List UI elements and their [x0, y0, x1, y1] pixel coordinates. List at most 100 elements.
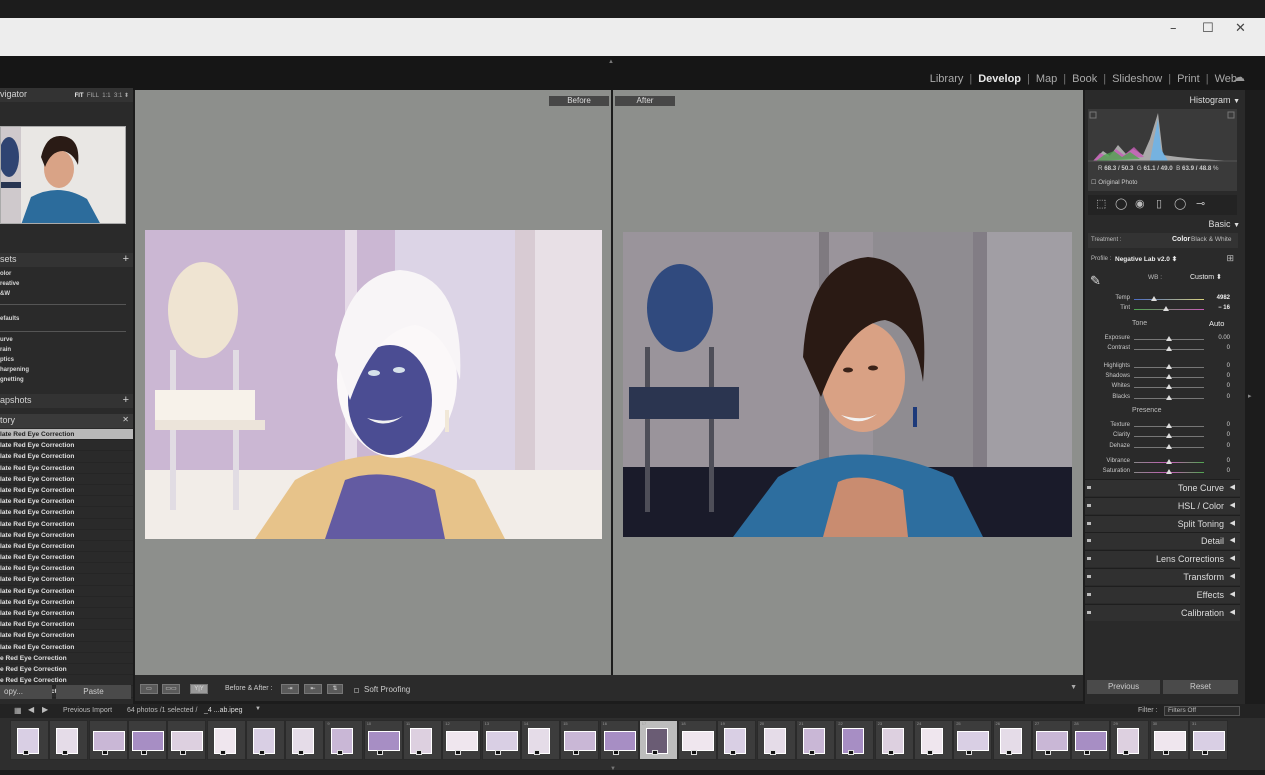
wb-eyedropper-icon[interactable]: ✎ — [1090, 273, 1101, 289]
treatment-bw[interactable]: Black & White — [1191, 236, 1231, 243]
filmstrip-source[interactable]: Previous Import — [63, 707, 112, 714]
module-slideshow[interactable]: Slideshow — [1112, 73, 1162, 85]
section-hsl-color[interactable]: HSL / Color ◀ — [1085, 496, 1240, 514]
maximize-icon[interactable]: ☐ — [1202, 21, 1214, 36]
adjustment-brush-icon[interactable]: ⊸ — [1196, 197, 1205, 210]
history-item[interactable]: late Red Eye Correction — [0, 519, 133, 530]
slider-handle[interactable] — [1166, 469, 1172, 474]
filter-select[interactable]: Filters Off — [1164, 706, 1240, 716]
module-library[interactable]: Library — [930, 73, 964, 85]
thumbnail-image[interactable] — [1153, 731, 1186, 751]
section-expand-icon[interactable]: ◀ — [1230, 536, 1235, 544]
slider-saturation[interactable]: Saturation 0 — [1085, 468, 1240, 478]
original-photo-toggle[interactable]: ☐ Original Photo — [1091, 179, 1138, 186]
collapse-top-icon[interactable]: ▲ — [608, 59, 614, 65]
minimize-icon[interactable]: – — [1170, 21, 1177, 36]
zoom-3-1[interactable]: 3:1 ⬍ — [114, 93, 129, 99]
section-calibration[interactable]: Calibration ◀ — [1085, 603, 1240, 621]
before-after-split-button[interactable]: Y|Y — [190, 684, 208, 694]
history-item[interactable]: late Red Eye Correction — [0, 463, 133, 474]
zoom-fit[interactable]: FIT — [75, 93, 84, 99]
filmstrip-thumbnail[interactable]: 29 — [1110, 720, 1150, 760]
filmstrip-thumbnail[interactable] — [206, 720, 246, 760]
preset-group[interactable]: olor — [0, 269, 133, 279]
history-header[interactable]: tory ✕ — [0, 414, 133, 428]
slider-vibrance[interactable]: Vibrance 0 — [1085, 458, 1240, 468]
before-after-view-button[interactable]: ▭▭ — [162, 684, 180, 694]
slider-handle[interactable] — [1166, 336, 1172, 341]
filmstrip-thumbnail[interactable]: 16 — [599, 720, 639, 760]
section-toggle-icon[interactable] — [1087, 557, 1091, 561]
slider-value[interactable]: 0 — [1227, 443, 1230, 449]
slider-handle[interactable] — [1162, 306, 1169, 311]
section-expand-icon[interactable]: ◀ — [1230, 608, 1235, 616]
section-expand-icon[interactable]: ◀ — [1230, 554, 1235, 562]
history-item[interactable]: late Red Eye Correction — [0, 563, 133, 575]
section-toggle-icon[interactable] — [1087, 539, 1091, 543]
graduated-filter-icon[interactable]: ▯ — [1156, 197, 1162, 210]
section-toggle-icon[interactable] — [1087, 592, 1091, 596]
section-detail[interactable]: Detail ◀ — [1085, 532, 1240, 550]
filename-dropdown-icon[interactable]: ▼ — [255, 706, 261, 712]
previous-button[interactable]: Previous — [1087, 680, 1160, 694]
spot-removal-icon[interactable]: ◯ — [1115, 197, 1127, 210]
slider-value[interactable]: 0 — [1227, 394, 1230, 400]
thumbnail-image[interactable] — [603, 731, 636, 751]
presets-header[interactable]: sets + — [0, 253, 133, 267]
filmstrip-thumbnail[interactable]: 26 — [992, 720, 1032, 760]
before-image[interactable] — [145, 230, 602, 539]
filmstrip-thumbnail[interactable] — [167, 720, 207, 760]
slider-whites[interactable]: Whites 0 — [1085, 383, 1240, 393]
thumbnail-image[interactable] — [131, 731, 164, 751]
thumbnail-image[interactable] — [682, 731, 715, 751]
section-transform[interactable]: Transform ◀ — [1085, 568, 1240, 585]
filmstrip-thumbnail[interactable] — [49, 720, 89, 760]
preset-group[interactable]: urve — [0, 335, 133, 345]
thumbnail-image[interactable] — [485, 731, 518, 751]
preset-group[interactable]: efaults — [0, 314, 133, 324]
slider-handle[interactable] — [1166, 364, 1172, 369]
history-item[interactable]: late Red Eye Correction — [0, 451, 133, 463]
slider-handle[interactable] — [1166, 374, 1172, 379]
section-lens-corrections[interactable]: Lens Corrections ◀ — [1085, 550, 1240, 568]
section-expand-icon[interactable]: ◀ — [1230, 501, 1235, 509]
module-book[interactable]: Book — [1072, 73, 1097, 85]
paste-button[interactable]: Paste — [56, 685, 131, 699]
filmstrip-thumbnail[interactable]: 21 — [796, 720, 835, 760]
slider-handle[interactable] — [1151, 296, 1158, 301]
filmstrip-thumbnail[interactable]: 10 — [363, 720, 403, 760]
filmstrip-thumbnail[interactable]: 30 — [1149, 720, 1189, 760]
navigator-preview[interactable] — [0, 126, 126, 224]
filmstrip-thumbnail[interactable]: 24 — [913, 720, 953, 760]
filmstrip-thumbnail[interactable]: 25 — [953, 720, 993, 760]
add-preset-icon[interactable]: + — [123, 253, 129, 265]
preset-group[interactable]: harpening — [0, 365, 133, 375]
loupe-view-button[interactable]: ▭ — [140, 684, 158, 694]
history-item[interactable]: late Red Eye Correction — [0, 429, 133, 441]
slider-blacks[interactable]: Blacks 0 — [1085, 394, 1240, 404]
thumbnail-image[interactable] — [564, 731, 597, 751]
expand-right-icon[interactable]: ▸ — [1248, 392, 1252, 400]
filmstrip-thumbnail[interactable] — [245, 720, 285, 760]
slider-value[interactable]: 0.00 — [1218, 335, 1230, 341]
module-print[interactable]: Print — [1177, 73, 1200, 85]
filmstrip-thumbnail[interactable]: 17 — [638, 720, 678, 760]
copy-button[interactable]: opy... — [0, 685, 52, 699]
filmstrip-thumbnail[interactable]: 28 — [1071, 720, 1111, 760]
filmstrip-thumbnail[interactable]: 19 — [717, 720, 757, 760]
filmstrip-thumbnail[interactable]: 27 — [1031, 720, 1071, 760]
slider-value[interactable]: 0 — [1227, 383, 1230, 389]
slider-handle[interactable] — [1166, 346, 1172, 351]
history-item[interactable]: e Red Eye Correction — [0, 653, 133, 664]
slider-handle[interactable] — [1166, 459, 1172, 464]
after-image[interactable] — [623, 232, 1072, 537]
filmstrip-thumbnail[interactable]: 31 — [1189, 720, 1228, 760]
slider-value[interactable]: 0 — [1227, 363, 1230, 369]
slider-shadows[interactable]: Shadows 0 — [1085, 373, 1240, 383]
filmstrip-thumbnail[interactable]: 14 — [520, 720, 560, 760]
section-expand-icon[interactable]: ◀ — [1230, 590, 1235, 598]
reset-button[interactable]: Reset — [1163, 680, 1238, 694]
section-effects[interactable]: Effects ◀ — [1085, 585, 1240, 603]
navigator-zoom-options[interactable]: FIT FILL 1:1 3:1 ⬍ — [75, 92, 129, 99]
slider-handle[interactable] — [1166, 395, 1172, 400]
